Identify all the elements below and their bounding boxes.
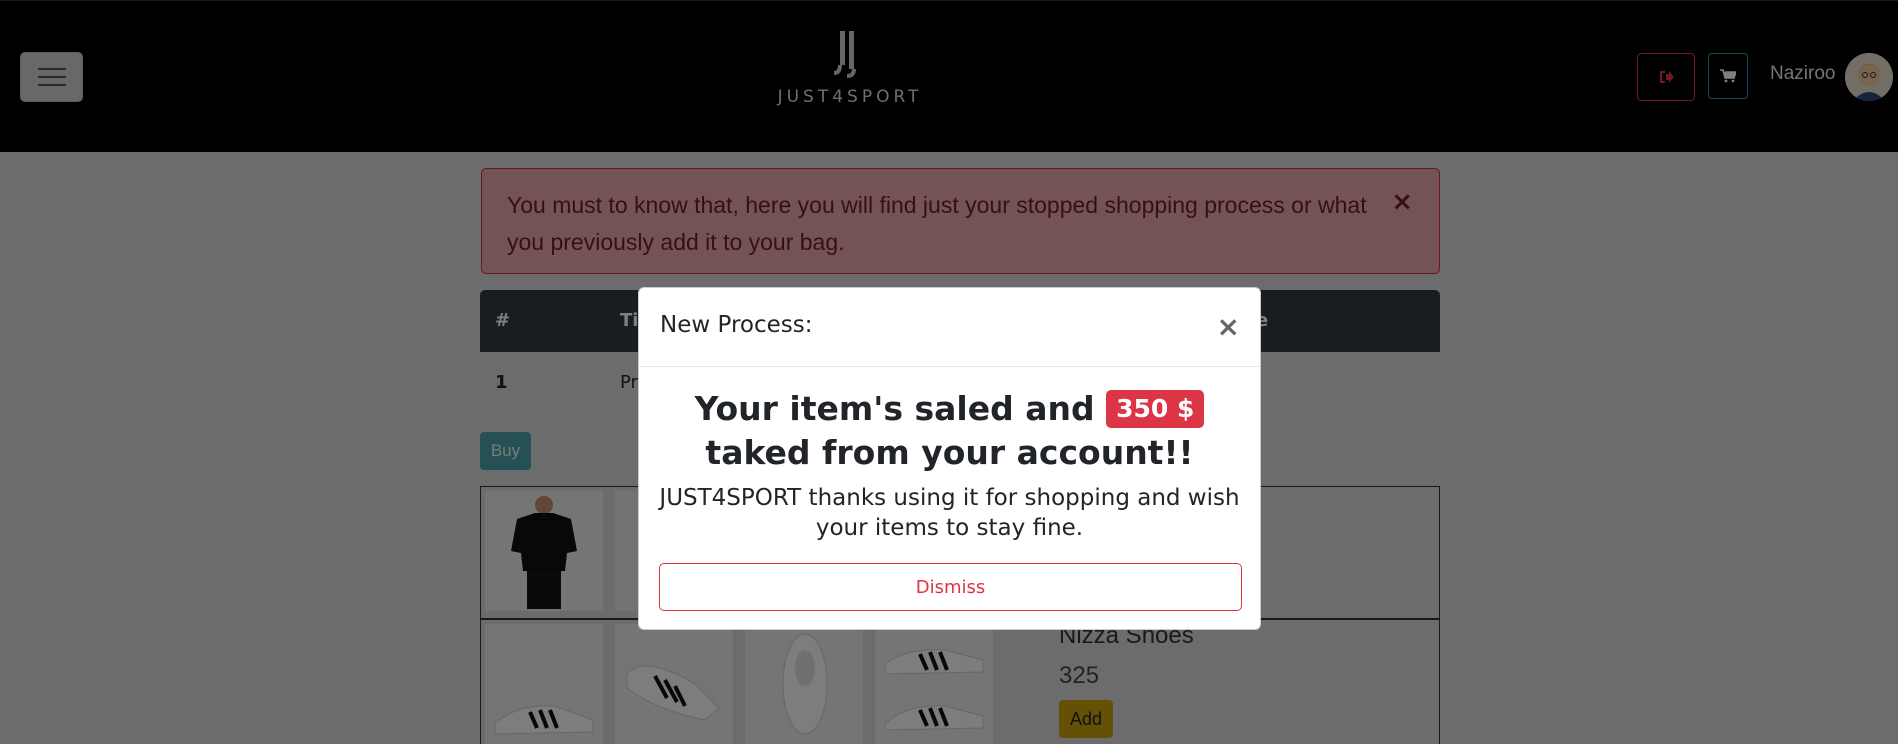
modal-header: New Process: × [639,288,1260,367]
modal-title: New Process: [660,312,813,338]
modal-headline: Your item's saled and 350 $ taked from y… [659,387,1240,475]
modal-subtext: JUST4SPORT thanks using it for shopping … [659,485,1240,541]
amount-badge: 350 $ [1106,390,1205,428]
close-icon[interactable]: × [1217,310,1240,343]
headline-text-after: taked from your account!! [705,433,1194,472]
process-modal: New Process: × Your item's saled and 350… [638,287,1261,630]
modal-body: Your item's saled and 350 $ taked from y… [639,367,1260,543]
dismiss-button[interactable]: Dismiss [659,563,1242,611]
headline-text-before: Your item's saled and [694,389,1095,428]
